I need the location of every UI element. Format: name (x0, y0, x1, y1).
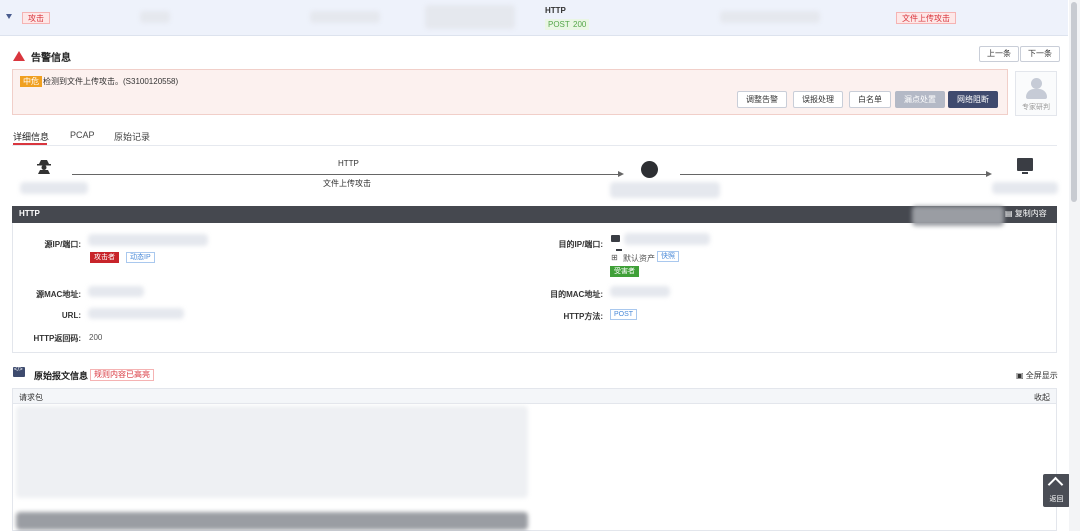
adjust-alert-button[interactable]: 调整告警 (737, 91, 787, 108)
status-code-badge: 200 (570, 19, 590, 30)
rule-highlight-tag: 规则内容已高亮 (90, 369, 154, 381)
collapse-caret-icon[interactable] (6, 14, 12, 19)
scrollbar-thumb[interactable] (1071, 2, 1077, 202)
url-label: URL: (61, 311, 81, 320)
alarm-section-title: 告警信息 (31, 53, 71, 64)
attack-type-tag: 文件上传攻击 (896, 12, 956, 24)
tab-details[interactable]: 详细信息 (13, 130, 49, 143)
code-icon (13, 367, 25, 377)
expert-avatar-icon (1031, 78, 1042, 89)
collapse-button[interactable]: 收起 (1034, 392, 1050, 403)
flow-arrow-left-icon (618, 171, 624, 177)
network-block-button[interactable]: 网络阻断 (948, 91, 998, 108)
alert-summary-row[interactable]: 攻击 HTTP POST 200 文件上传攻击 (0, 0, 1068, 36)
src-mac-label: 源MAC地址: (36, 290, 81, 299)
tab-divider (12, 145, 1057, 146)
tab-raw-record[interactable]: 原始记录 (114, 130, 150, 143)
dst-ip-label: 目的IP/端口: (558, 240, 603, 249)
redacted-src-mac (88, 286, 144, 297)
attacker-icon (37, 160, 51, 174)
http-panel-header: HTTP (12, 206, 1057, 223)
request-packet-header: 请求包 收起 (13, 389, 1056, 404)
redacted-source (310, 11, 380, 23)
event-type-tag: 攻击 (22, 12, 50, 24)
src-ip-label: 源IP/端口: (44, 240, 81, 249)
redacted-target (425, 5, 515, 29)
vuln-handle-button[interactable]: 漏点处置 (895, 91, 945, 108)
attacker-badge: 攻击者 (90, 252, 119, 263)
http-code-value: 200 (89, 333, 103, 342)
default-asset-label: 默认资产 (623, 254, 655, 263)
flow-attack-label: 文件上传攻击 (323, 179, 371, 188)
victim-badge: 受害者 (610, 266, 639, 277)
prev-alert-button[interactable]: 上一条 (979, 46, 1019, 62)
tab-pcap[interactable]: PCAP (70, 130, 95, 140)
dst-mac-label: 目的MAC地址: (550, 290, 603, 299)
expert-review-card[interactable]: 专家研判 (1015, 71, 1057, 116)
http-method-badge: POST (610, 309, 638, 320)
redacted-dst-ip (624, 233, 710, 245)
redacted-info (720, 11, 820, 23)
redacted-src-ip (88, 234, 208, 246)
expert-avatar-body (1026, 89, 1047, 99)
fullscreen-label: 全屏显示 (1025, 371, 1058, 380)
expert-review-label: 专家研判 (1022, 104, 1050, 111)
http-method-label: HTTP方法: (563, 312, 603, 321)
redacted-url (88, 308, 184, 319)
redacted-time (140, 11, 170, 23)
flow-line-left (72, 174, 620, 175)
flow-arrow-right-icon (986, 171, 992, 177)
dst-host-icon (611, 235, 622, 251)
dynamic-ip-badge[interactable]: 动态IP (126, 252, 155, 263)
back-to-top-button[interactable]: 返回 (1043, 474, 1070, 507)
whitelist-button[interactable]: 白名单 (849, 91, 891, 108)
http-panel-title: HTTP (19, 209, 40, 218)
false-positive-button[interactable]: 误报处理 (793, 91, 843, 108)
snapshot-badge[interactable]: 快照 (657, 251, 679, 262)
target-host-icon (1017, 158, 1033, 174)
redacted-attacker-ip (20, 182, 88, 194)
method-badge: POST (545, 19, 573, 30)
internet-globe-icon (641, 161, 658, 178)
redacted-request-footer (16, 512, 528, 530)
severity-badge: 中危 (20, 76, 42, 87)
http-code-label: HTTP返回码: (33, 334, 81, 343)
redacted-target-ip (992, 182, 1058, 194)
chevron-up-icon (1047, 476, 1064, 493)
request-packet-label: 请求包 (19, 393, 43, 402)
asset-icon: ⊞ (611, 253, 618, 262)
fullscreen-button[interactable]: ▣ 全屏显示 (1016, 370, 1058, 381)
alert-message-box: 中危 检测到文件上传攻击。(S3100120558) 调整告警 误报处理 白名单… (12, 69, 1008, 115)
flow-protocol: HTTP (338, 159, 359, 168)
warning-icon (13, 51, 25, 61)
protocol-label: HTTP (545, 6, 566, 15)
flow-line-right (680, 174, 988, 175)
next-alert-button[interactable]: 下一条 (1020, 46, 1060, 62)
page-scrollbar[interactable] (1069, 0, 1080, 531)
alert-description: 检测到文件上传攻击。(S3100120558) (43, 77, 179, 86)
copy-content-button[interactable]: ▤ 复制内容 (1005, 208, 1047, 219)
alert-detail-page: 攻击 HTTP POST 200 文件上传攻击 告警信息 上一条 下一条 中危 … (0, 0, 1080, 531)
redacted-gateway (610, 182, 720, 198)
back-to-top-label: 返回 (1049, 496, 1064, 503)
raw-section-title: 原始报文信息 (34, 371, 89, 381)
copy-content-label: 复制内容 (1014, 209, 1047, 218)
redacted-request-content (16, 406, 528, 498)
redacted-dst-mac (610, 286, 670, 297)
